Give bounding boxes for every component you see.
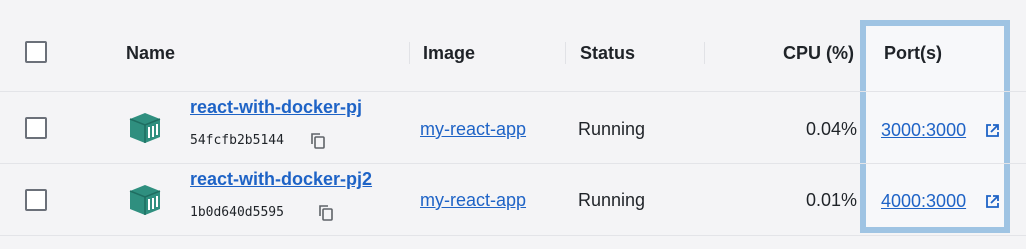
status-column-header[interactable]: Status [580,43,635,64]
container-id: 1b0d640d5595 [190,205,284,220]
copy-icon[interactable] [310,132,326,150]
cpu-value: 0.04% [806,119,858,139]
status-text: Running [578,119,646,139]
row-separator [0,235,1026,236]
container-box-icon [129,113,161,143]
select-all-checkbox[interactable] [25,41,47,63]
name-column-header[interactable]: Name [126,43,175,64]
status-text: Running [578,190,646,210]
row-checkbox[interactable] [25,189,47,211]
container-name-link[interactable]: react-with-docker-pj2 [190,169,372,190]
table-header: Name Image Status CPU (%) Port(s) [0,12,1026,92]
table-row: react-with-docker-pj2 1b0d640d5595 my-re… [0,164,1026,236]
image-link[interactable]: my-react-app [420,119,526,140]
external-link-icon[interactable] [985,123,1000,138]
row-checkbox[interactable] [25,117,47,139]
image-link[interactable]: my-react-app [420,190,526,211]
port-link[interactable]: 4000:3000 [881,191,966,212]
container-name-link[interactable]: react-with-docker-pj [190,97,362,118]
column-divider [704,42,705,64]
port-link[interactable]: 3000:3000 [881,120,966,141]
table-row: react-with-docker-pj 54fcfb2b5144 my-rea… [0,92,1026,164]
ports-column-header[interactable]: Port(s) [884,43,942,64]
container-box-icon [129,185,161,215]
cpu-column-header[interactable]: CPU (%) [783,43,854,64]
column-divider [409,42,410,64]
copy-icon[interactable] [318,204,334,222]
column-divider [565,42,566,64]
image-column-header[interactable]: Image [423,43,475,64]
cpu-value: 0.01% [806,190,858,210]
container-id: 54fcfb2b5144 [190,133,284,148]
external-link-icon[interactable] [985,194,1000,209]
